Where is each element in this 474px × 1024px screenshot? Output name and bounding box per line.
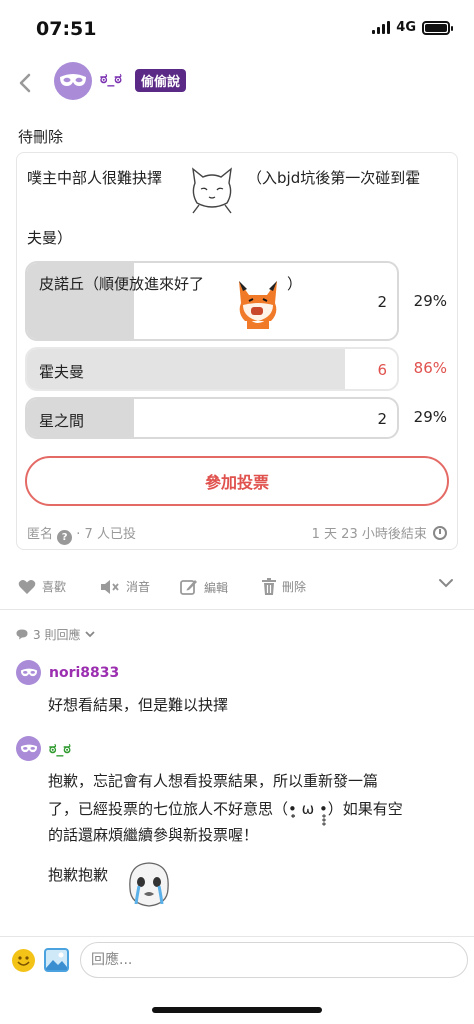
mask-icon	[20, 668, 37, 676]
anonymous-label: 匿名	[27, 527, 54, 542]
status-time: 07:51	[36, 18, 97, 40]
picture-icon	[46, 950, 67, 970]
anonymous-badge: 偷偷說	[135, 69, 187, 92]
poll-end-label: 1 天 23 小時後結束	[311, 527, 427, 542]
poll-option-label: 霍夫曼	[39, 363, 85, 381]
post-text-line1b: （入bjd坑後第一次碰到霍	[247, 169, 421, 187]
pending-delete-label: 待刪除	[18, 128, 64, 146]
replies-count: 3 則回應	[33, 628, 81, 642]
poll-option-3[interactable]: 星之間 2	[25, 397, 399, 439]
chevron-left-icon	[19, 73, 31, 93]
battery-icon	[422, 20, 453, 35]
poll-option-2[interactable]: 霍夫曼 6	[25, 347, 399, 391]
signal-icon	[372, 21, 391, 34]
post-text-line2: 夫曼）	[27, 229, 73, 247]
like-button[interactable]: 喜歡	[18, 578, 66, 595]
poll-footer: 匿名 ? · 7 人已投 1 天 23 小時後結束	[27, 523, 447, 545]
replies-toggle[interactable]: 3 則回應	[16, 626, 96, 643]
chevron-down-icon[interactable]	[438, 578, 454, 588]
post-card: 噗主中部人很難抉擇 （入bjd坑後第一次碰到霍 夫曼） 皮諾丘（順便放進來好了 …	[16, 152, 458, 550]
commenter-name[interactable]: ಠ_ಠ	[49, 741, 71, 757]
delete-label: 刪除	[282, 580, 307, 594]
network-label: 4G	[396, 20, 416, 35]
edit-label: 編輯	[204, 580, 229, 595]
status-bar: 07:51 4G	[0, 0, 474, 56]
home-indicator	[152, 1007, 322, 1013]
post-header: ಠ_ಠ 偷偷說	[0, 58, 474, 108]
smile-face-icon	[17, 956, 30, 966]
poll-option-1[interactable]: 皮諾丘（順便放進來好了 ） 2	[25, 261, 399, 341]
comment-2-text-line1: 抱歉，忘記會有人想看投票結果，所以重新發一篇	[48, 772, 379, 790]
cat-sticker-icon	[192, 167, 232, 214]
comment-2-text-line3: 的話還麻煩繼續參與新投票喔！	[48, 826, 259, 844]
comment-2-header: ಠ_ಠ	[16, 736, 71, 761]
image-upload-icon[interactable]	[44, 948, 69, 972]
poll-option-count: 6	[377, 361, 387, 379]
delete-button[interactable]: 刪除	[262, 578, 306, 595]
speaker-mute-icon	[101, 579, 119, 594]
poll-option-3-percent: 29%	[413, 408, 447, 426]
author-name[interactable]: ಠ_ಠ	[100, 71, 122, 87]
comment-bubble-icon	[16, 629, 28, 640]
reply-input[interactable]	[80, 942, 468, 978]
chevron-down-icon	[85, 631, 96, 638]
poll-option-count: 2	[377, 293, 387, 311]
mute-button[interactable]: 消音	[100, 578, 150, 595]
poll-option-count: 2	[377, 410, 387, 428]
post-actions: 喜歡 消音 編輯 刪除	[0, 566, 474, 610]
heart-icon	[18, 579, 36, 594]
mask-icon	[20, 744, 37, 752]
commenter-avatar[interactable]	[16, 660, 41, 685]
poll-option-2-percent: 86%	[413, 359, 447, 377]
poll-option-label: 皮諾丘（順便放進來好了	[39, 275, 205, 293]
back-button[interactable]	[14, 68, 36, 98]
comment-1-header: nori8833	[16, 660, 119, 685]
crying-face-sticker-icon	[122, 858, 176, 912]
trash-icon	[262, 578, 276, 595]
commenter-name[interactable]: nori8833	[49, 665, 119, 681]
emoji-icon[interactable]	[12, 949, 35, 972]
join-vote-button[interactable]: 參加投票	[25, 456, 449, 506]
comment-2-text-line2: 了，已經投票的七位旅人不好意思（•̥̥̥ ω •̥̥̥）如果有空	[48, 800, 403, 818]
help-icon[interactable]: ?	[57, 530, 73, 545]
status-icons: 4G	[372, 20, 453, 35]
poll-end-time: 1 天 23 小時後結束	[312, 523, 447, 542]
edit-icon	[180, 580, 197, 595]
edit-button[interactable]: 編輯	[180, 578, 228, 596]
fox-sticker-icon	[239, 281, 277, 329]
post-text-line1: 噗主中部人很難抉擇	[27, 169, 163, 187]
mask-icon	[60, 74, 86, 86]
like-label: 喜歡	[42, 580, 67, 594]
poll-option-label: 星之間	[39, 412, 85, 430]
comment-1-text: 好想看結果，但是難以抉擇	[48, 696, 229, 714]
comment-2-text-line4: 抱歉抱歉	[48, 866, 109, 884]
timer-icon	[433, 526, 447, 540]
input-divider	[0, 936, 474, 937]
poll-option-1-percent: 29%	[413, 292, 447, 310]
poll-option-label-end: ）	[287, 275, 303, 293]
author-avatar[interactable]	[54, 62, 92, 100]
commenter-avatar[interactable]	[16, 736, 41, 761]
mute-label: 消音	[126, 580, 151, 594]
voters-count: · 7 人已投	[76, 527, 136, 542]
